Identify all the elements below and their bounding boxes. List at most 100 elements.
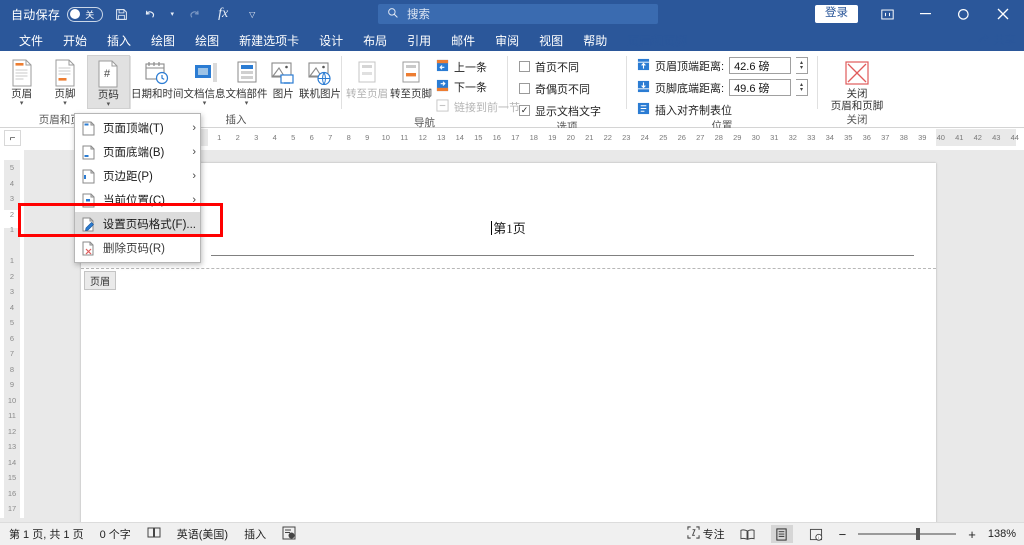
quick-parts-button[interactable]: 文档部件 ▾ <box>226 55 268 107</box>
menu-item-page-margins-label: 页边距(P) <box>103 171 153 183</box>
footer-from-bottom-field[interactable]: 页脚底端距离: 49.6 磅 ▴ ▾ <box>635 78 810 97</box>
autosave-state: 关 <box>85 9 95 20</box>
header-from-top-field[interactable]: 页眉顶端距离: 42.6 磅 ▴ ▾ <box>635 56 810 75</box>
tab-stop-icon[interactable]: ⌐ <box>4 130 21 146</box>
tab-home[interactable]: 开始 <box>53 33 97 51</box>
close-header-footer-button[interactable]: 关闭 页眉和页脚 <box>821 55 893 112</box>
zoom-out-button[interactable]: − <box>839 527 847 542</box>
tab-layout[interactable]: 布局 <box>353 33 397 51</box>
chevron-down-icon[interactable]: ▾ <box>107 101 111 108</box>
page-number-menu[interactable]: 页面顶端(T) › 页面底端(B) › 页边距(P) › 当前位置(C) › 设… <box>74 113 201 263</box>
tab-file[interactable]: 文件 <box>9 33 53 51</box>
ruler-num: 16 <box>492 133 501 142</box>
goto-header-button: 转至页眉 <box>346 55 388 100</box>
header-from-top-input[interactable]: 42.6 磅 <box>729 57 792 74</box>
link-previous-icon <box>436 98 449 115</box>
picture-button[interactable]: 图片 <box>268 55 300 100</box>
focus-mode-button[interactable]: 专注 <box>687 526 725 542</box>
read-mode-button[interactable] <box>737 525 759 543</box>
ruler-num: 31 <box>770 133 779 142</box>
chevron-down-icon[interactable]: ▾ <box>63 100 67 107</box>
show-document-text-checkbox[interactable]: ✓ 显示文档文字 <box>517 101 603 120</box>
restore-icon[interactable] <box>944 0 982 28</box>
menu-item-page-bottom[interactable]: 页面底端(B) › <box>75 140 200 164</box>
web-layout-button[interactable]: i <box>805 525 827 543</box>
tab-header-footer-label: 页眉和页脚 <box>627 34 688 48</box>
proofing-icon[interactable] <box>147 526 161 542</box>
vruler-num: 4 <box>9 302 15 312</box>
menu-item-remove-page-numbers[interactable]: 删除页码(R) <box>75 236 200 260</box>
tab-help[interactable]: 帮助 <box>573 33 617 51</box>
doc-info-button[interactable]: 文档信息 ▾ <box>184 55 226 107</box>
chevron-right-icon: › <box>192 146 196 158</box>
share-button[interactable]: 共享 <box>978 32 1016 48</box>
tab-design[interactable]: 设计 <box>309 33 353 51</box>
zoom-level[interactable]: 138% <box>988 528 1016 540</box>
tab-view[interactable]: 视图 <box>529 33 573 51</box>
tab-draw-2[interactable]: 绘图 <box>185 33 229 51</box>
menu-item-page-top[interactable]: 页面顶端(T) › <box>75 116 200 140</box>
tab-header-footer[interactable]: 页眉和页脚 <box>617 33 697 51</box>
zoom-slider[interactable] <box>858 528 957 540</box>
ruler-strip[interactable]: 1 2 3 4 5 6 7 8 9 10 11 12 13 14 15 16 1 <box>180 129 1019 146</box>
close-icon[interactable] <box>982 0 1024 28</box>
print-layout-button[interactable] <box>770 525 793 543</box>
ribbon-display-options-icon[interactable] <box>868 0 906 28</box>
footer-from-bottom-stepper[interactable]: ▴ ▾ <box>796 79 809 96</box>
undo-dropdown-icon[interactable]: ▾ <box>168 3 176 25</box>
date-time-label: 日期和时间 <box>131 88 184 100</box>
word-count[interactable]: 0 个字 <box>100 526 131 542</box>
minimize-icon[interactable] <box>906 0 944 28</box>
chevron-down-icon[interactable]: ▾ <box>20 100 24 107</box>
header-from-top-stepper[interactable]: ▴ ▾ <box>796 57 809 74</box>
header-button[interactable]: 页眉 ▾ <box>0 55 43 107</box>
search-box[interactable]: 搜索 <box>378 4 658 24</box>
chevron-down-icon[interactable]: ▾ <box>245 100 249 107</box>
goto-footer-button[interactable]: 转至页脚 <box>390 55 432 100</box>
tab-draw[interactable]: 绘图 <box>141 33 185 51</box>
ruler-num: 22 <box>603 133 612 142</box>
online-picture-button[interactable]: 联机图片 <box>299 55 341 100</box>
menu-item-page-margins[interactable]: 页边距(P) › <box>75 164 200 188</box>
tab-references[interactable]: 引用 <box>397 33 441 51</box>
page-number-button[interactable]: # 页码 ▾ <box>86 55 131 109</box>
page-number-button-label: 页码 <box>97 89 119 101</box>
search-placeholder: 搜索 <box>407 9 430 21</box>
footer-from-bottom-input[interactable]: 49.6 磅 <box>729 79 792 96</box>
tab-insert[interactable]: 插入 <box>97 33 141 51</box>
ruler-num: 11 <box>400 133 409 142</box>
ribbon-tabs: 文件 开始 插入 绘图 绘图 新建选项卡 设计 布局 引用 邮件 审阅 视图 帮… <box>0 28 1024 51</box>
ruler-num: 33 <box>807 133 816 142</box>
zoom-slider-handle[interactable] <box>916 528 921 540</box>
customize-qat-icon[interactable]: ▽ <box>241 3 263 25</box>
insert-mode[interactable]: 插入 <box>244 526 266 542</box>
different-odd-even-checkbox[interactable]: 奇偶页不同 <box>517 79 592 98</box>
chevron-down-icon[interactable]: ▾ <box>203 100 207 107</box>
tab-mailings[interactable]: 邮件 <box>441 33 485 51</box>
group-label-close: 关闭 <box>846 114 868 126</box>
tab-review[interactable]: 审阅 <box>485 33 529 51</box>
ruler-num: 15 <box>474 133 483 142</box>
insert-alignment-tab-button[interactable]: 插入对齐制表位 <box>635 100 734 119</box>
red-highlight-box <box>18 203 223 237</box>
zoom-in-button[interactable]: + <box>968 527 976 542</box>
autosave-toggle[interactable]: 关 <box>67 6 104 22</box>
signin-button[interactable]: 登录 <box>815 5 858 23</box>
language-indicator[interactable]: 英语(美国) <box>177 526 228 542</box>
ruler-num: 42 <box>973 133 982 142</box>
date-time-button[interactable]: 日期和时间 <box>131 55 184 100</box>
picture-label: 图片 <box>272 88 294 100</box>
save-icon[interactable] <box>110 3 132 25</box>
different-first-page-checkbox[interactable]: 首页不同 <box>517 57 581 76</box>
vruler-num: 16 <box>7 488 17 498</box>
page-indicator[interactable]: 第 1 页, 共 1 页 <box>9 526 84 542</box>
tab-new-tab[interactable]: 新建选项卡 <box>229 33 309 51</box>
footer-button[interactable]: 页脚 ▾ <box>43 55 86 107</box>
page-top-icon <box>81 121 96 136</box>
redo-icon[interactable] <box>183 3 205 25</box>
formula-icon[interactable]: fx <box>212 3 234 25</box>
online-picture-icon <box>307 58 333 88</box>
undo-icon[interactable] <box>139 3 161 25</box>
accessibility-icon[interactable] <box>282 526 296 543</box>
checkbox-unchecked-icon <box>519 83 530 94</box>
